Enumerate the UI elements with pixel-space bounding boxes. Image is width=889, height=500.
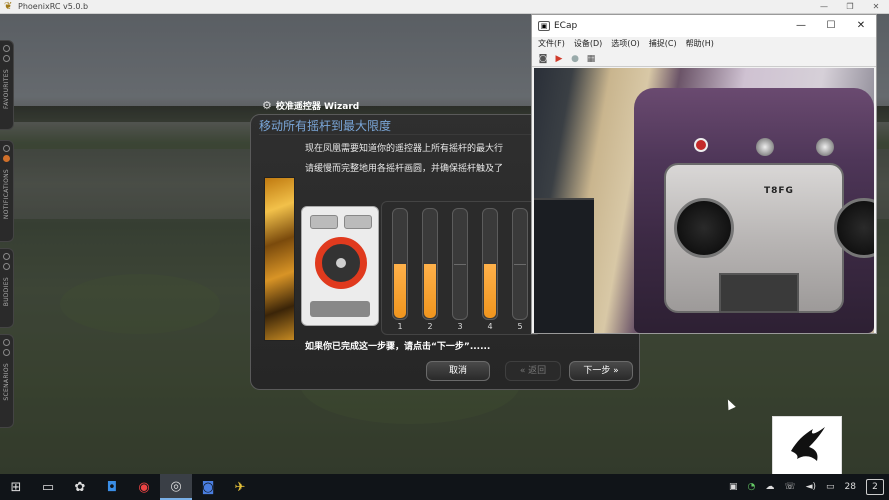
preview-left-stick <box>674 198 734 258</box>
taskbar: ⊞ ▭ ✿ ◘ ◉ ◎ ◙ ✈ ▣ ◔ ☁ ☏ ◄) ▭ 28 2 <box>0 474 889 500</box>
tray-cloud-icon[interactable]: ☁ <box>765 482 774 492</box>
ecap-toolbar: ◙ ▶ ● ▦ <box>532 51 876 67</box>
tx-base <box>310 301 370 317</box>
wizard-header: ⚙ 校准遥控器 Wizard <box>262 96 542 114</box>
back-button[interactable]: « 返回 <box>505 361 561 381</box>
notification-center-button[interactable]: 2 <box>866 479 884 495</box>
tray-volume-icon[interactable]: ◄) <box>806 482 816 492</box>
controller-icon: ⚙ <box>262 98 272 112</box>
tx-switch <box>310 215 338 229</box>
window-title: PhoenixRC v5.0.b <box>18 2 89 11</box>
app-plane-icon[interactable]: ✈ <box>224 474 256 500</box>
preview-red-button <box>694 138 708 152</box>
tab-dot-icon <box>3 263 10 270</box>
channel-fill <box>394 264 406 318</box>
window-controls: — ❐ ✕ <box>811 0 889 14</box>
preview-laptop <box>534 198 594 333</box>
phoenix-titlebar: ❦ PhoenixRC v5.0.b — ❐ ✕ <box>0 0 889 14</box>
ecap-titlebar: ▣ ECap — ☐ ✕ <box>532 15 876 37</box>
preview-knob <box>756 138 774 156</box>
play-icon[interactable]: ▶ <box>552 53 566 65</box>
channel-fill <box>424 264 436 318</box>
tab-dot-icon <box>3 339 10 346</box>
sidetab-scenarios[interactable]: SCENARIOS <box>0 334 14 428</box>
channel-bar <box>452 208 468 320</box>
wizard-instruction-2: 请缓慢而完整地用各摇杆画圆，并确保摇杆触及了 <box>305 164 504 174</box>
channel-bar <box>392 208 408 320</box>
channel-bar <box>422 208 438 320</box>
settings-icon[interactable]: ▦ <box>584 53 598 65</box>
task-view-icon[interactable]: ▭ <box>32 474 64 500</box>
minimize-button[interactable]: — <box>811 0 837 14</box>
gimbal-icon <box>315 237 367 289</box>
menu-file[interactable]: 文件(F) <box>538 37 565 51</box>
wizard-instruction-1: 现在凤凰需要知道你的遥控器上所有摇杆的最大行 <box>305 144 504 154</box>
preview-lcd <box>719 273 799 313</box>
tray-app-icon[interactable]: ▣ <box>729 482 738 492</box>
snapshot-icon[interactable]: ◙ <box>536 53 550 65</box>
tab-dot-icon <box>3 55 10 62</box>
ecap-minimize-button[interactable]: — <box>786 15 816 37</box>
channel-bar <box>512 208 528 320</box>
chrome-icon[interactable]: ◉ <box>128 474 160 500</box>
preview-knob <box>816 138 834 156</box>
camera-icon: ▣ <box>538 21 550 31</box>
tray-wifi-icon[interactable]: ◔ <box>747 482 755 492</box>
ecap-close-button[interactable]: ✕ <box>846 15 876 37</box>
transmitter-illustration <box>301 206 379 326</box>
close-button[interactable]: ✕ <box>863 0 889 14</box>
wizard-title: 校准遥控器 Wizard <box>275 101 360 112</box>
bird-logo-icon <box>791 427 825 461</box>
app-pinwheel-icon[interactable]: ✿ <box>64 474 96 500</box>
ecap-maximize-button[interactable]: ☐ <box>816 15 846 37</box>
notification-badge-icon <box>3 155 10 162</box>
phoenix-taskbar-icon[interactable]: ◎ <box>160 474 192 500</box>
channel-bar <box>482 208 498 320</box>
menu-capture[interactable]: 捕捉(C) <box>649 37 677 51</box>
channel-label: 4 <box>487 322 493 331</box>
channel-label: 1 <box>397 322 403 331</box>
channel-label: 3 <box>457 322 463 331</box>
menu-help[interactable]: 帮助(H) <box>686 37 714 51</box>
channel-label: 2 <box>427 322 433 331</box>
restore-button[interactable]: ❐ <box>837 0 863 14</box>
ecap-window: ▣ ECap — ☐ ✕ 文件(F) 设备(D) 选项(O) 捕捉(C) 帮助(… <box>531 14 877 334</box>
ecap-menubar: 文件(F) 设备(D) 选项(O) 捕捉(C) 帮助(H) <box>532 37 876 51</box>
tab-dot-icon <box>3 349 10 356</box>
app-shield-icon[interactable]: ◘ <box>96 474 128 500</box>
system-tray: ▣ ◔ ☁ ☏ ◄) ▭ 28 2 <box>724 474 889 500</box>
wizard-side-image <box>264 177 295 341</box>
wizard-prompt: 如果你已完成这一步骤，请点击“下一步”...... <box>305 342 491 352</box>
sidetab-label: BUDDIES <box>3 277 10 307</box>
sidetab-notifications[interactable]: NOTIFICATIONS <box>0 140 14 242</box>
ecap-title: ECap <box>554 21 578 31</box>
phoenix-app-icon: ❦ <box>4 0 13 12</box>
tab-dot-icon <box>3 253 10 260</box>
record-icon[interactable]: ● <box>568 53 582 65</box>
taskbar-clock[interactable]: 28 <box>845 482 856 492</box>
sidetab-label: NOTIFICATIONS <box>3 169 10 220</box>
tray-battery-icon[interactable]: ▭ <box>826 482 835 492</box>
sidetab-label: FAVOURITES <box>3 69 10 109</box>
tab-dot-icon <box>3 45 10 52</box>
app-blue-icon[interactable]: ◙ <box>192 474 224 500</box>
cancel-button[interactable]: 取消 <box>426 361 490 381</box>
tray-chat-icon[interactable]: ☏ <box>784 482 795 492</box>
menu-options[interactable]: 选项(O) <box>611 37 640 51</box>
sidetab-buddies[interactable]: BUDDIES <box>0 248 14 328</box>
start-button-icon[interactable]: ⊞ <box>0 474 32 500</box>
tx-switch <box>344 215 372 229</box>
tab-dot-icon <box>3 145 10 152</box>
next-button[interactable]: 下一步 » <box>569 361 633 381</box>
camera-preview: T8FG <box>534 68 874 333</box>
sidetab-label: SCENARIOS <box>3 363 10 401</box>
ecap-window-controls: — ☐ ✕ <box>786 15 876 37</box>
channel-meters: 1 2 3 4 5 <box>381 201 541 335</box>
preview-model-label: T8FG <box>764 186 794 196</box>
sidetab-favourites[interactable]: FAVOURITES <box>0 40 14 130</box>
channel-fill <box>484 264 496 318</box>
menu-device[interactable]: 设备(D) <box>574 37 602 51</box>
channel-label: 5 <box>517 322 523 331</box>
